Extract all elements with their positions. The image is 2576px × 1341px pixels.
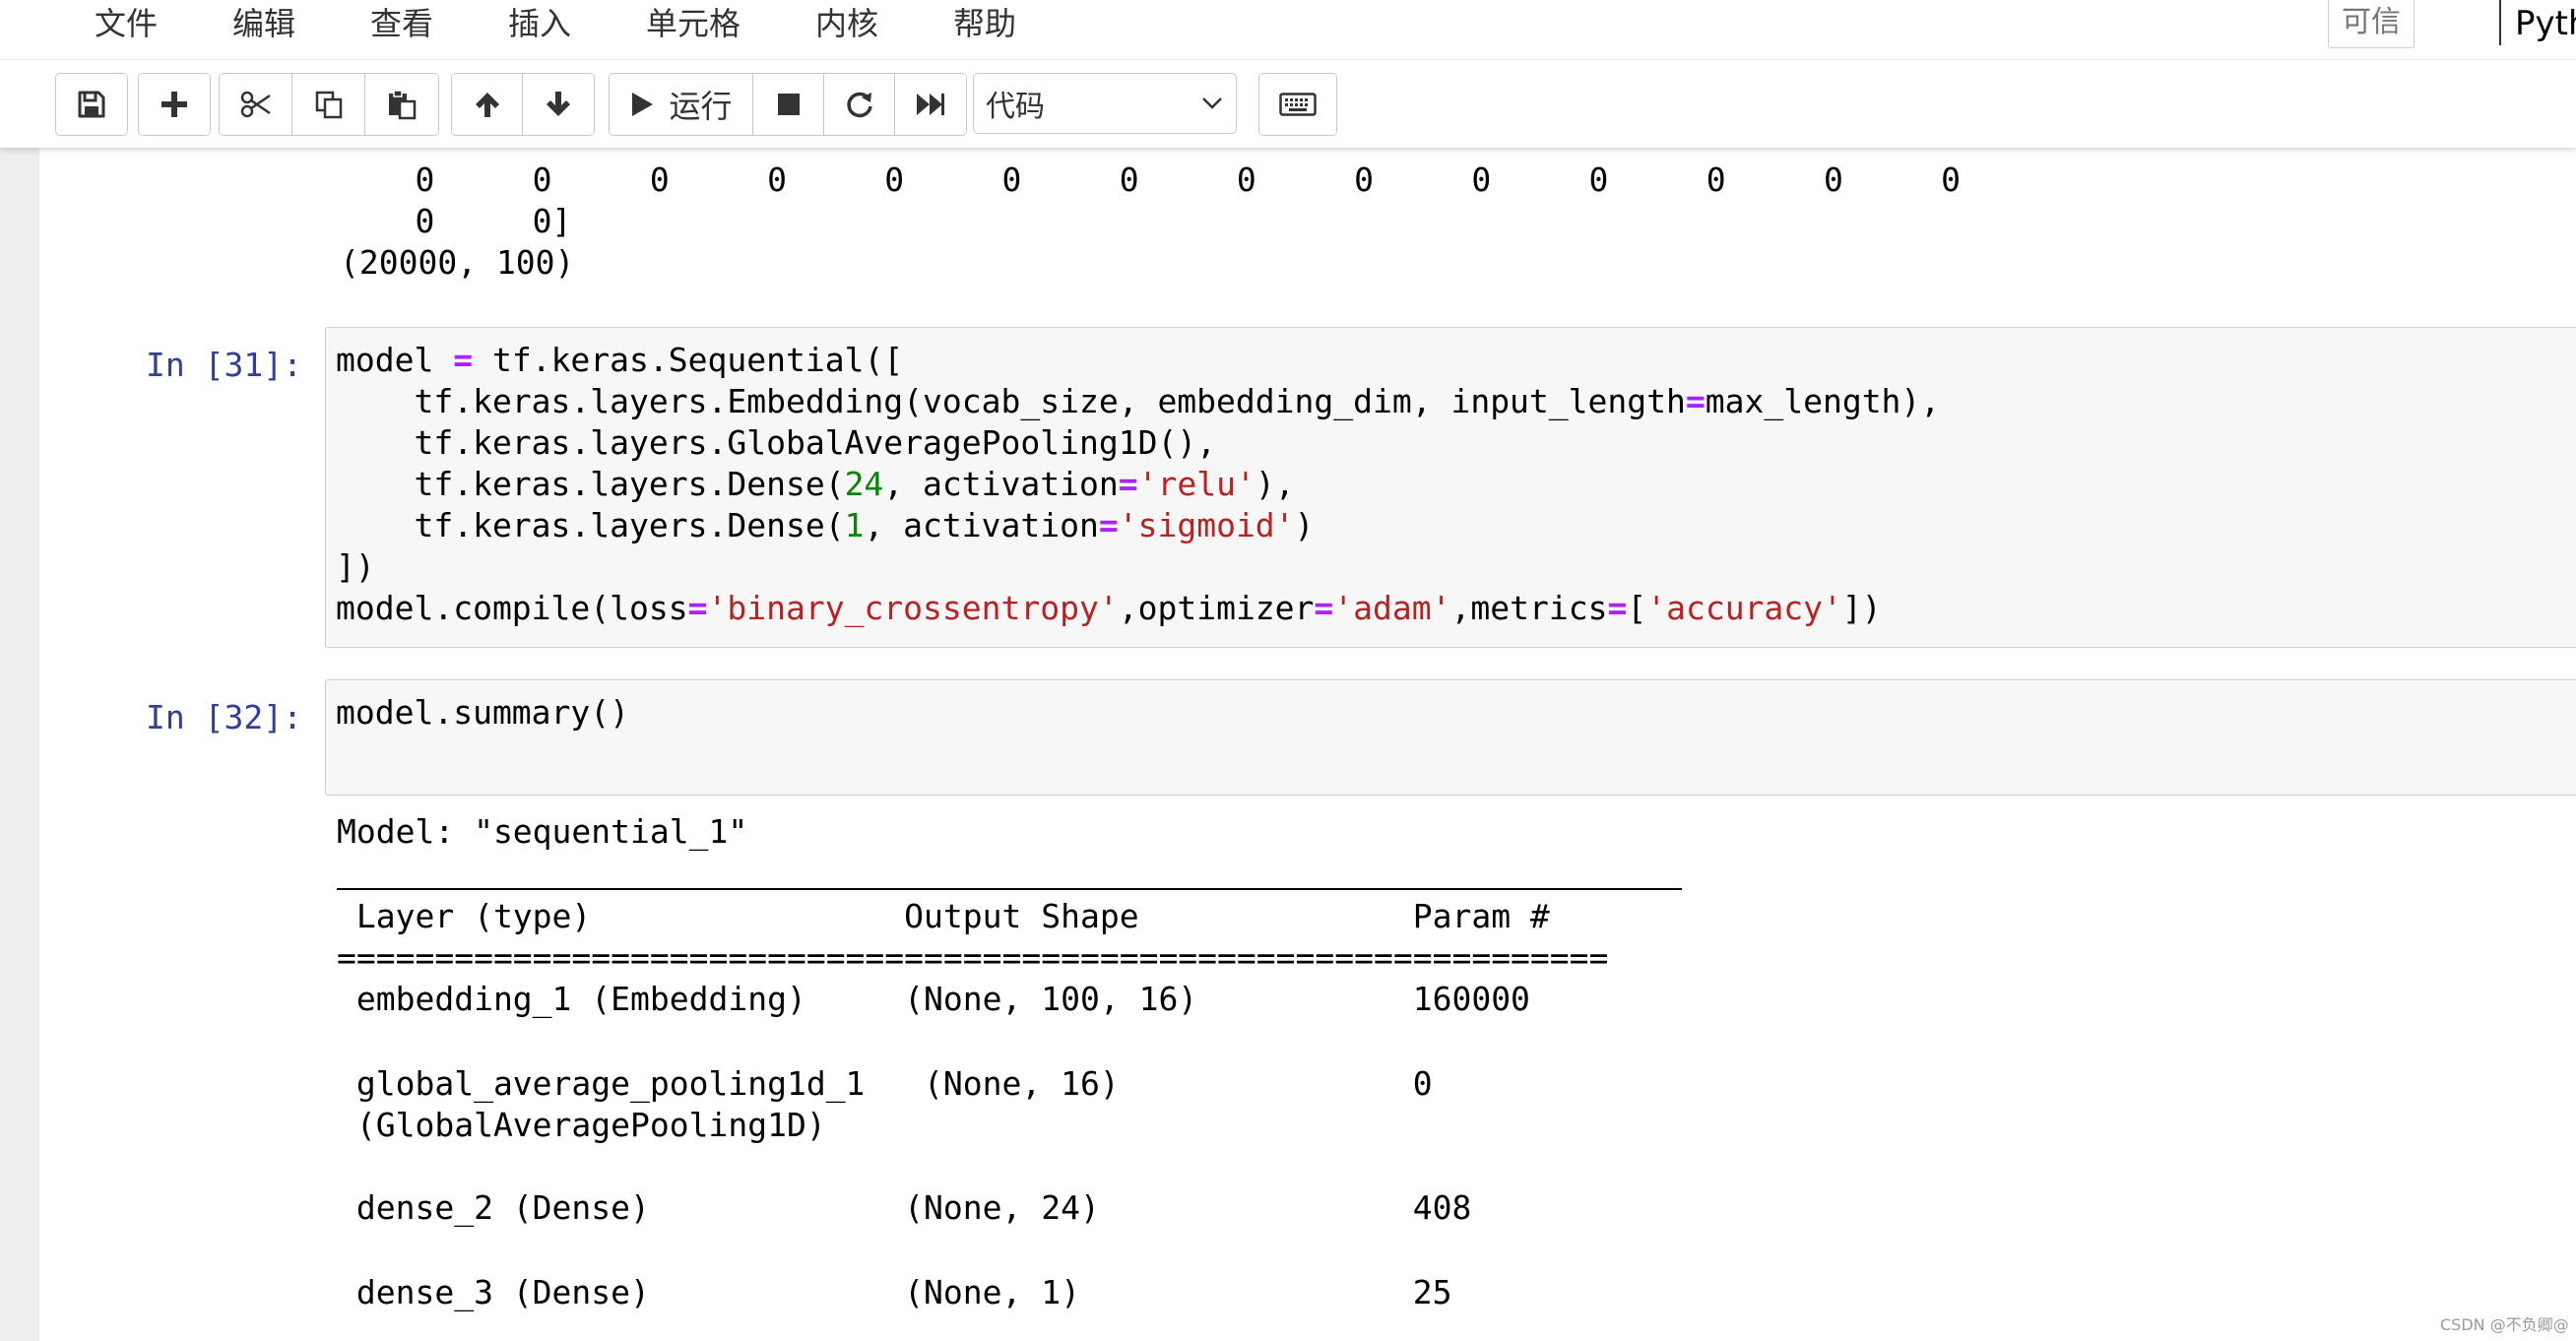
move-group <box>451 73 595 136</box>
kernel-divider <box>2499 0 2501 45</box>
watermark: CSDN @不负卿@ <box>2440 1315 2569 1334</box>
summary-header: Layer (type) Output Shape Param # <box>337 897 1609 935</box>
kernel-name[interactable]: Pyth <box>2515 0 2576 49</box>
summary-row: dense_2 (Dense) (None, 24) 408 <box>337 1188 1609 1227</box>
summary-rule <box>337 888 1682 890</box>
keyboard-group <box>1258 73 1337 136</box>
stop-button[interactable] <box>753 74 824 135</box>
move-up-button[interactable] <box>452 74 523 135</box>
summary-row: embedding_1 (Embedding) (None, 100, 16) … <box>337 980 1609 1018</box>
restart-button[interactable] <box>824 74 895 135</box>
menu-kernel[interactable]: 内核 <box>815 0 878 49</box>
cut-button[interactable] <box>220 74 292 135</box>
run-button[interactable]: 运行 <box>610 74 753 135</box>
left-gutter <box>0 148 39 1341</box>
play-icon <box>632 93 654 116</box>
toolbar: 运行 代码 <box>0 73 2576 136</box>
menu-view[interactable]: 查看 <box>370 0 433 49</box>
notebook-header: 文件 编辑 查看 插入 单元格 内核 帮助 可信 Pyth <box>0 0 2576 148</box>
code-line: tf.keras.layers.Embedding(vocab_size, em… <box>336 382 1941 420</box>
code-line: tf.keras.layers.GlobalAveragePooling1D()… <box>336 423 1217 462</box>
menu-bar: 文件 编辑 查看 插入 单元格 内核 帮助 可信 Pyth <box>0 0 2576 60</box>
paste-button[interactable] <box>365 74 438 135</box>
code-line: tf.keras.layers.Dense(1, activation='sig… <box>336 506 1315 544</box>
code-line: tf.keras.layers.Dense(24, activation='re… <box>336 465 1295 503</box>
run-group: 运行 <box>609 73 967 136</box>
code-line: ]) <box>336 547 375 586</box>
stop-icon <box>777 94 800 115</box>
fast-forward-icon <box>917 94 944 115</box>
code-line: model.compile(loss='binary_crossentropy'… <box>336 589 1882 627</box>
menu-cell[interactable]: 单元格 <box>646 0 741 49</box>
trusted-badge[interactable]: 可信 <box>2328 0 2415 48</box>
insert-cell-button[interactable] <box>139 74 210 135</box>
command-palette-button[interactable] <box>1259 74 1336 135</box>
move-down-button[interactable] <box>523 74 594 135</box>
restart-icon <box>846 92 872 118</box>
output-shape: (20000, 100) <box>340 243 575 282</box>
menu-file[interactable]: 文件 <box>95 0 158 49</box>
arrow-up-icon <box>475 93 499 117</box>
cell-prompt: In [31]: <box>146 346 302 384</box>
cell-type-value: 代码 <box>986 90 1045 124</box>
copy-button[interactable] <box>292 74 365 135</box>
menu-insert[interactable]: 插入 <box>508 0 571 49</box>
code-cell-input[interactable]: model.summary() <box>325 679 2576 796</box>
summary-model-line: Model: "sequential_1" <box>337 812 748 851</box>
copy-icon <box>315 91 342 119</box>
summary-row: dense_3 (Dense) (None, 1) 25 <box>337 1273 1609 1311</box>
save-icon <box>78 91 105 118</box>
cell-prompt: In [32]: <box>146 698 302 736</box>
scissors-icon <box>240 91 271 118</box>
summary-row: global_average_pooling1d_1 (None, 16) 0 <box>337 1064 1609 1103</box>
keyboard-icon <box>1279 93 1317 116</box>
code-cell-input[interactable]: model = tf.keras.Sequential([ tf.keras.l… <box>325 327 2576 648</box>
insert-group <box>138 73 211 136</box>
cell-type-select[interactable]: 代码 <box>973 73 1237 134</box>
run-all-button[interactable] <box>895 74 966 135</box>
menu-help[interactable]: 帮助 <box>953 0 1016 49</box>
summary-equals: ========================================… <box>337 938 1609 977</box>
paste-icon <box>389 90 417 120</box>
output-line: 0 0] <box>337 202 572 240</box>
save-button[interactable] <box>56 74 127 135</box>
notebook-container: 0 0 0 0 0 0 0 0 0 0 0 0 0 0 0 0] (20000,… <box>39 148 2576 1341</box>
summary-row: (GlobalAveragePooling1D) <box>337 1106 1609 1144</box>
code-line: model.summary() <box>336 693 630 732</box>
code-line: model = tf.keras.Sequential([ <box>336 341 904 379</box>
plus-icon <box>161 92 187 117</box>
output-line: 0 0 0 0 0 0 0 0 0 0 0 0 0 0 <box>337 160 1962 199</box>
save-group <box>55 73 128 136</box>
run-label: 运行 <box>669 88 733 125</box>
clipboard-group <box>219 73 439 136</box>
menu-edit[interactable]: 编辑 <box>232 0 295 49</box>
arrow-down-icon <box>547 92 570 116</box>
chevron-down-icon <box>1202 97 1222 109</box>
